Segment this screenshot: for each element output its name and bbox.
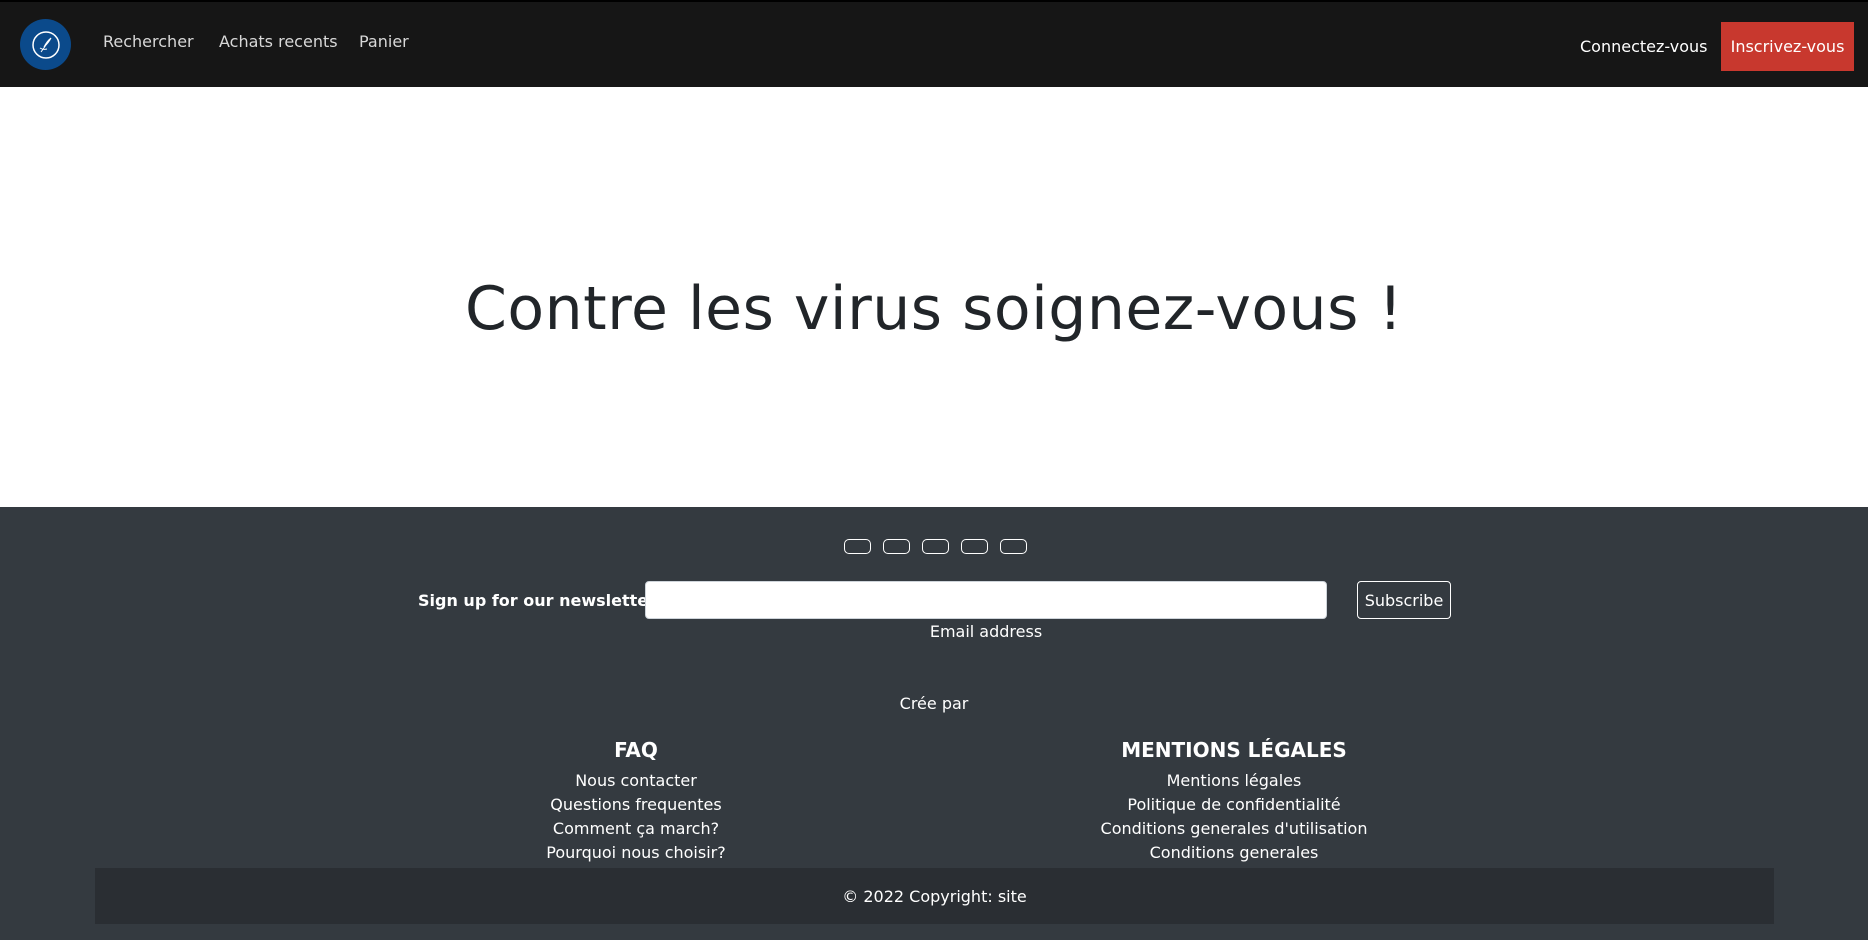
- hero-title: Contre les virus soignez-vous !: [465, 274, 1403, 344]
- footer: Sign up for our newsletter Email address…: [0, 507, 1868, 940]
- newsletter-label: Sign up for our newsletter: [418, 591, 657, 610]
- linkedin-icon[interactable]: [1000, 539, 1027, 554]
- social-links: [844, 539, 1027, 554]
- hero-section: Contre les virus soignez-vous !: [0, 87, 1868, 507]
- copyright-bar: © 2022 Copyright: site: [95, 868, 1774, 924]
- logo[interactable]: [20, 19, 71, 70]
- navbar: Rechercher Achats recents Panier Connect…: [0, 0, 1868, 87]
- nav-link-panier[interactable]: Panier: [359, 32, 409, 51]
- twitter-icon[interactable]: [883, 539, 910, 554]
- facebook-icon[interactable]: [844, 539, 871, 554]
- faq-link-questions[interactable]: Questions frequentes: [436, 793, 836, 817]
- login-link[interactable]: Connectez-vous: [1580, 37, 1707, 56]
- faq-title: FAQ: [614, 738, 658, 762]
- faq-column: FAQ Nous contacter Questions frequentes …: [436, 738, 836, 865]
- legal-link-mentions[interactable]: Mentions légales: [1034, 769, 1434, 793]
- signup-button[interactable]: Inscrivez-vous: [1721, 22, 1854, 71]
- email-field[interactable]: [645, 581, 1327, 619]
- legal-title: MENTIONS LÉGALES: [1121, 738, 1347, 762]
- instagram-icon[interactable]: [961, 539, 988, 554]
- feather-logo-icon: [31, 30, 60, 59]
- legal-link-terms-of-use[interactable]: Conditions generales d'utilisation: [1034, 817, 1434, 841]
- subscribe-button[interactable]: Subscribe: [1357, 581, 1451, 619]
- email-caption: Email address: [929, 622, 1043, 641]
- faq-link-why-us[interactable]: Pourquoi nous choisir?: [436, 841, 836, 865]
- credit-text: Crée par: [899, 694, 969, 713]
- faq-link-contact[interactable]: Nous contacter: [436, 769, 836, 793]
- faq-link-how-it-works[interactable]: Comment ça march?: [436, 817, 836, 841]
- legal-column: MENTIONS LÉGALES Mentions légales Politi…: [1034, 738, 1434, 865]
- nav-link-rechercher[interactable]: Rechercher: [103, 32, 194, 51]
- legal-link-privacy[interactable]: Politique de confidentialité: [1034, 793, 1434, 817]
- google-icon[interactable]: [922, 539, 949, 554]
- nav-link-achats-recents[interactable]: Achats recents: [219, 32, 338, 51]
- legal-link-general-terms[interactable]: Conditions generales: [1034, 841, 1434, 865]
